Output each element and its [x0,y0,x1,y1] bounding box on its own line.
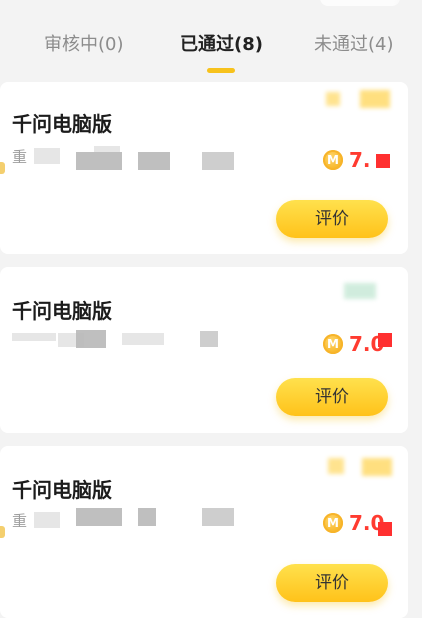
card-title: 千问电脑版 [12,112,112,136]
reward-amount: 7. [349,148,371,172]
task-card[interactable]: 千问电脑版 重 M 7.0 评价 [0,446,408,618]
tab-approved[interactable]: 已通过(8) [180,30,263,60]
masked-amount-block [378,522,392,536]
review-button[interactable]: 评价 [276,564,388,602]
blurred-text [76,152,122,170]
blurred-text [34,512,60,528]
decorative-blob [344,283,376,299]
top-pill-decoration [320,0,400,6]
review-button[interactable]: 评价 [276,378,388,416]
tab-fade-overlay [392,0,422,82]
status-tabbar: 审核中(0) 已通过(8) 未通过(4) [0,0,422,82]
task-card[interactable]: 千问电脑版 M 7.0 评价 [0,267,408,433]
decorative-blob [326,92,340,106]
blurred-text [94,146,120,152]
app-root: 审核中(0) 已通过(8) 未通过(4) 千问电脑版 重 M 7. 评价 千问电… [0,0,422,618]
tab-rejected[interactable]: 未通过(4) [314,30,394,60]
tab-under-review[interactable]: 审核中(0) [44,30,124,60]
review-button[interactable]: 评价 [276,200,388,238]
decorative-blob [360,90,390,108]
coin-icon: M [323,150,343,170]
blurred-text [202,508,234,526]
masked-amount-block [376,154,390,168]
side-edge-decoration [0,162,5,174]
blurred-text [138,152,170,170]
card-subtitle-prefix: 重 [12,512,28,530]
card-title: 千问电脑版 [12,299,112,323]
active-tab-indicator [207,68,235,73]
blurred-text [76,330,106,348]
coin-icon: M [323,334,343,354]
coin-icon: M [323,513,343,533]
side-edge-decoration [0,526,5,538]
card-subtitle-prefix: 重 [12,148,28,166]
blurred-text [12,333,56,341]
blurred-text [122,333,164,345]
task-card[interactable]: 千问电脑版 重 M 7. 评价 [0,82,408,254]
decorative-blob [362,458,392,476]
decorative-blob [328,458,344,474]
blurred-text [76,508,122,526]
blurred-text [34,148,60,164]
blurred-text [200,331,218,347]
blurred-text [202,152,234,170]
blurred-text [138,508,156,526]
masked-amount-block [378,333,392,347]
card-title: 千问电脑版 [12,478,112,502]
